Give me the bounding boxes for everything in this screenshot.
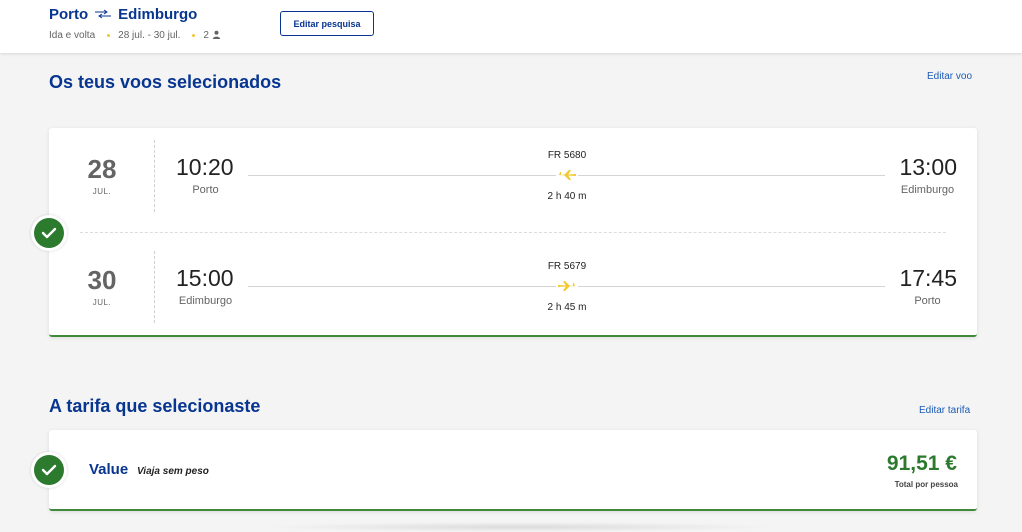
flight-duration: 2 h 40 m: [547, 191, 587, 202]
separator-dot: [107, 34, 111, 37]
fare-description: Viaja sem peso: [137, 466, 209, 477]
person-icon: [212, 30, 221, 41]
trip-type: Ida e volta: [49, 30, 96, 41]
selected-fare-title: A tarifa que selecionaste: [49, 396, 261, 416]
edit-fare-link[interactable]: Editar tarifa: [919, 405, 970, 416]
plane-icon: [556, 279, 578, 293]
arrival-city: Edimburgo: [900, 184, 955, 196]
edit-search-button[interactable]: Editar pesquisa: [280, 11, 374, 36]
selected-fare-card: Value Viaja sem peso 91,51 € Total por p…: [49, 430, 977, 511]
price-label: Total por pessoa: [894, 480, 958, 489]
selected-flights-card: 28 JUL. 10:20 Porto FR 5680 2 h 40 m 13:…: [49, 128, 977, 337]
flight-row-return: 30 JUL. 15:00 Edimburgo FR 5679 2 h 45 m…: [49, 251, 977, 331]
flight-month: JUL.: [92, 298, 112, 307]
destination-city: Edimburgo: [118, 6, 198, 23]
flight-date: 28 JUL.: [49, 140, 155, 212]
check-icon: [31, 215, 67, 251]
search-summary-header: Porto Edimburgo Ida e volta 28 jul. - 30…: [0, 0, 1022, 53]
fare-price: 91,51 €: [886, 452, 957, 475]
check-icon: [31, 452, 67, 488]
flight-number: FR 5680: [547, 150, 587, 161]
origin-city: Porto: [49, 6, 89, 23]
separator-dot: [192, 34, 196, 37]
flight-number: FR 5679: [547, 261, 587, 272]
departure-time: 10:20: [176, 154, 234, 180]
selected-flights-title: Os teus voos selecionados: [49, 72, 282, 92]
flight-divider: [80, 232, 946, 233]
departure-time: 15:00: [176, 265, 234, 291]
flight-duration: 2 h 45 m: [547, 302, 587, 313]
flight-row-outbound: 28 JUL. 10:20 Porto FR 5680 2 h 40 m 13:…: [49, 140, 977, 220]
flight-month: JUL.: [92, 187, 112, 196]
trip-dates: 28 jul. - 30 jul.: [118, 30, 181, 41]
bottom-shadow: [260, 522, 780, 532]
swap-arrows-icon: [94, 9, 112, 21]
passenger-count: 2: [203, 30, 209, 41]
flight-day: 30: [87, 265, 117, 295]
flight-date: 30 JUL.: [49, 251, 155, 323]
arrival-time: 17:45: [899, 265, 957, 291]
edit-flight-link[interactable]: Editar voo: [927, 71, 972, 82]
departure-city: Edimburgo: [178, 295, 233, 307]
flight-day: 28: [87, 154, 117, 184]
trip-meta: Ida e volta 28 jul. - 30 jul. 2: [49, 30, 221, 41]
arrival-city: Porto: [914, 295, 941, 307]
fare-name: Value: [89, 461, 129, 478]
route: Porto Edimburgo: [49, 6, 197, 23]
plane-icon: [556, 168, 578, 182]
arrival-time: 13:00: [899, 154, 957, 180]
departure-city: Porto: [192, 184, 219, 196]
